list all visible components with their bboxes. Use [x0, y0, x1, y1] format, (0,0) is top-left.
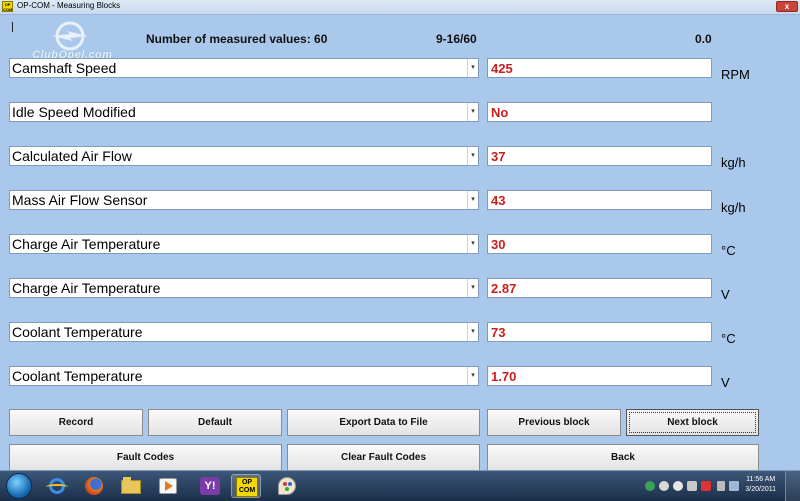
measurement-value-6: 2.87 [487, 278, 712, 298]
show-desktop-button[interactable] [785, 471, 800, 501]
measurement-value-4: 43 [487, 190, 712, 210]
next-block-button[interactable]: Next block [626, 409, 759, 436]
default-button[interactable]: Default [148, 409, 282, 436]
measurement-label: Charge Air Temperature [12, 280, 161, 296]
measuring-blocks-panel: ClubOpel.com Number of measured values: … [0, 15, 800, 471]
folder-icon [121, 477, 141, 494]
internet-explorer-taskbar-item[interactable] [41, 474, 71, 498]
firefox-icon [85, 477, 103, 495]
dropdown-arrow-icon[interactable]: ▾ [467, 59, 478, 77]
tray-app-icon[interactable] [687, 481, 697, 491]
previous-block-button[interactable]: Previous block [487, 409, 621, 436]
measurement-select-4[interactable]: Mass Air Flow Sensor ▾ [9, 190, 479, 210]
export-data-button[interactable]: Export Data to File [287, 409, 480, 436]
tray-security-icon[interactable] [701, 481, 711, 491]
measurement-value-1: 425 [487, 58, 712, 78]
clear-fault-codes-button[interactable]: Clear Fault Codes [287, 444, 480, 471]
measurement-value: No [491, 105, 509, 120]
record-button[interactable]: Record [9, 409, 143, 436]
measurement-unit-5: °C [721, 243, 736, 258]
header-value: 0.0 [695, 32, 712, 46]
yahoo-messenger-icon: Y! [200, 477, 220, 495]
measurement-unit-1: RPM [721, 67, 750, 82]
measurement-value-7: 73 [487, 322, 712, 342]
measurement-select-8[interactable]: Coolant Temperature ▾ [9, 366, 479, 386]
fault-codes-button[interactable]: Fault Codes [9, 444, 282, 471]
internet-explorer-icon [46, 478, 68, 494]
close-button[interactable]: x [776, 1, 798, 12]
dropdown-arrow-icon[interactable]: ▾ [467, 279, 478, 297]
taskbar-clock[interactable]: 11:56 AM 3/20/2011 [745, 475, 776, 495]
dropdown-arrow-icon[interactable]: ▾ [467, 235, 478, 253]
file-explorer-taskbar-item[interactable] [115, 474, 145, 498]
measurement-value: 2.87 [491, 281, 517, 296]
opel-blitz-icon [52, 21, 88, 51]
measurement-value: 425 [491, 61, 513, 76]
measurement-value-8: 1.70 [487, 366, 712, 386]
measurement-value-5: 30 [487, 234, 712, 254]
opcom-app-icon: OP COM [2, 1, 13, 12]
paint-taskbar-item[interactable] [271, 474, 301, 498]
measurement-label: Camshaft Speed [12, 60, 117, 76]
measurement-select-2[interactable]: Idle Speed Modified ▾ [9, 102, 479, 122]
window-title: OP-COM - Measuring Blocks [17, 1, 121, 10]
back-button[interactable]: Back [487, 444, 759, 471]
block-range: 9-16/60 [436, 32, 477, 46]
measurement-label: Coolant Temperature [12, 324, 143, 340]
measurement-value-3: 37 [487, 146, 712, 166]
opcom-icon: OP COM [236, 477, 258, 497]
measurement-label: Charge Air Temperature [12, 236, 161, 252]
measurement-select-7[interactable]: Coolant Temperature ▾ [9, 322, 479, 342]
measurement-select-1[interactable]: Camshaft Speed ▾ [9, 58, 479, 78]
measurement-select-6[interactable]: Charge Air Temperature ▾ [9, 278, 479, 298]
measurement-label: Coolant Temperature [12, 368, 143, 384]
measurement-unit-3: kg/h [721, 155, 746, 170]
measurement-label: Calculated Air Flow [12, 148, 132, 164]
measurement-select-5[interactable]: Charge Air Temperature ▾ [9, 234, 479, 254]
measurement-value-2: No [487, 102, 712, 122]
clock-time: 11:56 AM [746, 476, 776, 483]
tray-network-icon[interactable] [645, 481, 655, 491]
start-orb[interactable] [6, 473, 32, 499]
dropdown-arrow-icon[interactable]: ▾ [467, 323, 478, 341]
media-player-taskbar-item[interactable] [152, 474, 182, 498]
dropdown-arrow-icon[interactable]: ▾ [467, 103, 478, 121]
text-cursor [12, 22, 13, 32]
title-bar: OP COM OP-COM - Measuring Blocks x [0, 0, 800, 15]
tray-app-icon[interactable] [673, 481, 683, 491]
tray-app-icon[interactable] [659, 481, 669, 491]
measurement-value: 37 [491, 149, 506, 164]
measurement-value: 1.70 [491, 369, 517, 384]
dropdown-arrow-icon[interactable]: ▾ [467, 191, 478, 209]
measurement-value: 73 [491, 325, 506, 340]
tray-battery-icon[interactable] [717, 481, 725, 491]
dropdown-arrow-icon[interactable]: ▾ [467, 147, 478, 165]
windows-taskbar: Y! OP COM 11:56 AM 3/20/2011 [0, 470, 800, 501]
opcom-taskbar-item[interactable]: OP COM [231, 474, 261, 498]
measurement-value: 43 [491, 193, 506, 208]
measurement-select-3[interactable]: Calculated Air Flow ▾ [9, 146, 479, 166]
firefox-taskbar-item[interactable] [78, 474, 108, 498]
tray-volume-icon[interactable] [729, 481, 739, 491]
measured-values-count: Number of measured values: 60 [146, 32, 328, 46]
measurement-label: Mass Air Flow Sensor [12, 192, 148, 208]
measurement-unit-6: V [721, 287, 730, 302]
measurement-unit-4: kg/h [721, 200, 746, 215]
measurement-label: Idle Speed Modified [12, 104, 136, 120]
clock-date: 3/20/2011 [745, 486, 776, 493]
dropdown-arrow-icon[interactable]: ▾ [467, 367, 478, 385]
measurement-value: 30 [491, 237, 506, 252]
media-player-icon [159, 478, 177, 494]
measurement-unit-8: V [721, 375, 730, 390]
yahoo-messenger-taskbar-item[interactable]: Y! [194, 474, 224, 498]
paint-icon [278, 477, 296, 495]
measurement-unit-7: °C [721, 331, 736, 346]
